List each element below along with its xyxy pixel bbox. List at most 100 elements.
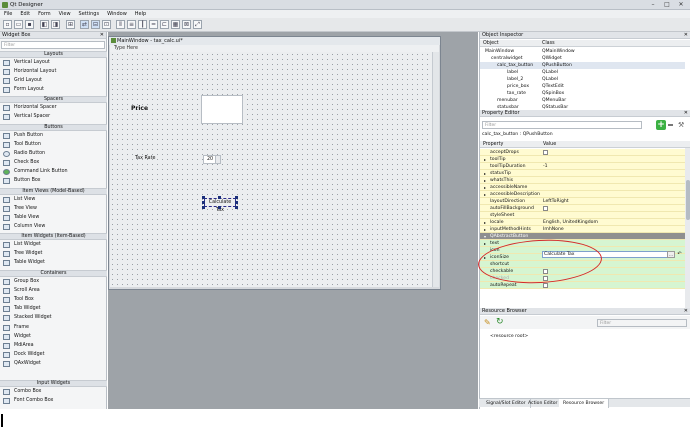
property-scrollbar-thumb[interactable]	[686, 180, 690, 220]
widget-button-box[interactable]: Button Box	[0, 177, 107, 185]
widget-list-widget[interactable]: List Widget	[0, 241, 107, 249]
widget-command-link-button[interactable]: Command Link Button	[0, 168, 107, 176]
break-layout-icon[interactable]: ⊠	[182, 20, 191, 29]
menu-settings[interactable]: Settings	[75, 10, 104, 18]
property-filter-input[interactable]: Filter	[482, 121, 642, 129]
resize-handle[interactable]	[235, 196, 238, 199]
edit-signals-icon[interactable]: ⇄	[80, 20, 89, 29]
tax-rate-spinbox[interactable]: 20	[203, 155, 221, 164]
widget-tool-button[interactable]: Tool Button	[0, 141, 107, 149]
form-menu-type-here[interactable]: Type Here	[110, 45, 439, 52]
resize-handle[interactable]	[235, 201, 238, 204]
expand-arrow-icon[interactable]: ▸	[484, 170, 486, 177]
widget-scroll-area[interactable]: Scroll Area	[0, 287, 107, 295]
expand-arrow-icon[interactable]: ▸	[484, 191, 486, 198]
category-layouts[interactable]: Layouts	[0, 51, 107, 58]
menu-form[interactable]: Form	[34, 10, 55, 18]
tree-row[interactable]: label_2 QLabel	[480, 76, 685, 83]
property-row[interactable]: ▸ locale English, UnitedKingdom	[480, 219, 685, 226]
layout-form-icon[interactable]: ⊏	[160, 20, 169, 29]
expand-arrow-icon[interactable]: ▸	[484, 226, 486, 233]
menu-help[interactable]: Help	[131, 10, 150, 18]
layout-vertical-icon[interactable]: ≡	[127, 20, 136, 29]
widget-filter-input[interactable]: Filter	[1, 41, 105, 49]
layout-grid-icon[interactable]: ▦	[171, 20, 180, 29]
save-form-icon[interactable]: ▪	[25, 20, 34, 29]
tree-row[interactable]: price_box QTextEdit	[480, 83, 685, 90]
price-label[interactable]: Price	[131, 105, 148, 112]
category-item-views[interactable]: Item Views (Model-Based)	[0, 188, 107, 195]
menu-view[interactable]: View	[55, 10, 75, 18]
send-to-back-icon[interactable]: ◧	[40, 20, 49, 29]
property-row[interactable]: acceptDrops	[480, 149, 685, 156]
tree-row-selected[interactable]: calc_tax_button QPushButton	[480, 62, 685, 69]
menu-file[interactable]: File	[0, 10, 16, 18]
resource-filter-input[interactable]: Filter	[597, 319, 687, 327]
widget-tree-view[interactable]: Tree View	[0, 205, 107, 213]
tree-row[interactable]: MainWindow QMainWindow	[480, 48, 685, 55]
widget-font-combo-box[interactable]: Font Combo Box	[0, 397, 107, 405]
expand-arrow-icon[interactable]: ▸	[484, 240, 486, 247]
spinbox-arrows-icon[interactable]	[215, 156, 220, 163]
text-property-ellipsis-button[interactable]: …	[667, 251, 675, 258]
category-buttons[interactable]: Buttons	[0, 124, 107, 131]
form-scrollbar[interactable]	[432, 52, 439, 287]
widget-push-button[interactable]: Push Button	[0, 132, 107, 140]
widget-table-view[interactable]: Table View	[0, 214, 107, 222]
widget-horizontal-layout[interactable]: Horizontal Layout	[0, 68, 107, 76]
widget-grid-layout[interactable]: Grid Layout	[0, 77, 107, 85]
resize-handle[interactable]	[235, 206, 238, 209]
col-value[interactable]: Value	[543, 141, 556, 148]
new-form-icon[interactable]: ▫	[3, 20, 12, 29]
layout-horizontal-icon[interactable]: ⦀	[116, 20, 125, 29]
add-dynamic-property-icon[interactable]: +	[656, 120, 666, 130]
col-property[interactable]: Property	[483, 141, 503, 148]
tree-row[interactable]: label QLabel	[480, 69, 685, 76]
collapse-arrow-icon[interactable]: ▾	[484, 233, 486, 240]
resize-handle[interactable]	[218, 196, 221, 199]
layout-horizontal-splitter-icon[interactable]: ┃	[138, 20, 147, 29]
widget-vertical-spacer[interactable]: Vertical Spacer	[0, 113, 107, 121]
property-row[interactable]: ▸ toolTip	[480, 156, 685, 163]
property-section-header[interactable]: ▾ QAbstractButton	[480, 233, 685, 240]
widget-tree-widget[interactable]: Tree Widget	[0, 250, 107, 258]
tab-action-editor[interactable]: Action Editor	[524, 399, 563, 408]
widget-widget[interactable]: Widget	[0, 333, 107, 341]
col-class[interactable]: Class	[542, 40, 555, 47]
widget-qaxwidget[interactable]: QAxWidget	[0, 360, 107, 368]
widget-horizontal-spacer[interactable]: Horizontal Spacer	[0, 104, 107, 112]
layout-vertical-splitter-icon[interactable]: ━	[149, 20, 158, 29]
widget-mdi-area[interactable]: MdiArea	[0, 342, 107, 350]
edit-resources-pencil-icon[interactable]: ✎	[484, 318, 491, 327]
property-row[interactable]: ▸ statusTip	[480, 170, 685, 177]
edit-buddies-icon[interactable]: ⊟	[91, 20, 100, 29]
widget-tab-widget[interactable]: Tab Widget	[0, 305, 107, 313]
tree-row[interactable]: centralwidget QWidget	[480, 55, 685, 62]
category-input-widgets[interactable]: Input Widgets	[0, 380, 107, 387]
panel-close-icon[interactable]: ✕	[684, 110, 688, 117]
panel-close-icon[interactable]: ✕	[684, 308, 688, 315]
property-scrollbar[interactable]	[685, 148, 690, 308]
widget-list-view[interactable]: List View	[0, 196, 107, 204]
menu-window[interactable]: Window	[103, 10, 131, 18]
maximize-icon[interactable]: □	[662, 1, 672, 8]
widget-group-box[interactable]: Group Box	[0, 278, 107, 286]
property-row[interactable]: ▸ accessibleName	[480, 184, 685, 191]
widget-table-widget[interactable]: Table Widget	[0, 259, 107, 267]
col-object[interactable]: Object	[483, 40, 499, 47]
price-text-edit[interactable]	[201, 95, 243, 124]
widget-form-layout[interactable]: Form Layout	[0, 86, 107, 94]
tab-resource-browser[interactable]: Resource Browser	[559, 399, 610, 408]
tax-rate-label[interactable]: Tax Rate	[135, 156, 155, 161]
reset-arrow-icon[interactable]: ↶	[676, 251, 683, 258]
category-item-widgets[interactable]: Item Widgets (Item-Based)	[0, 233, 107, 240]
resize-handle[interactable]	[202, 206, 205, 209]
property-row[interactable]: toolTipDuration -1	[480, 163, 685, 170]
expand-arrow-icon[interactable]: ▸	[484, 177, 486, 184]
widget-radio-button[interactable]: Radio Button	[0, 150, 107, 158]
expand-arrow-icon[interactable]: ▸	[484, 156, 486, 163]
tree-row[interactable]: menubar QMenuBar	[480, 97, 685, 104]
property-row[interactable]: layoutDirection LeftToRight	[480, 198, 685, 205]
adjust-size-icon[interactable]: ⤢	[193, 20, 202, 29]
widget-tool-box[interactable]: Tool Box	[0, 296, 107, 304]
